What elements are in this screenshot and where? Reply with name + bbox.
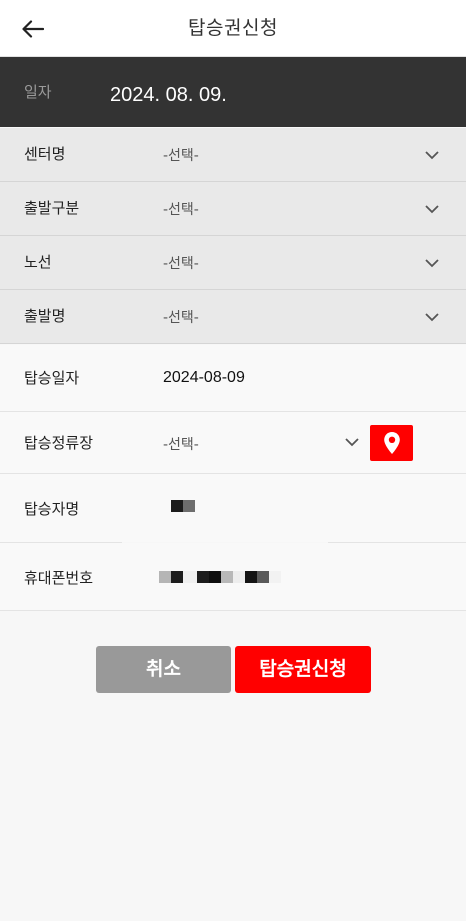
apply-ticket-button[interactable]: 탑승권신청 bbox=[235, 646, 371, 693]
date-bar: 일자 2024. 08. 09. bbox=[0, 57, 466, 127]
board-date-row: 탑승일자 2024-08-09 bbox=[0, 345, 466, 412]
center-select-row[interactable]: 센터명 -선택- bbox=[0, 128, 466, 182]
departure-name-select-row[interactable]: 출발명 -선택- bbox=[0, 290, 466, 344]
passenger-name-row: 탑승자명 bbox=[0, 474, 466, 542]
masked-name bbox=[171, 500, 195, 512]
board-stop-row: 탑승정류장 -선택- bbox=[0, 412, 466, 474]
chevron-down-icon bbox=[425, 259, 439, 268]
board-date-label: 탑승일자 bbox=[24, 369, 80, 387]
departure-type-select[interactable]: -선택- bbox=[163, 182, 199, 238]
app-header: 탑승권신청 bbox=[0, 0, 466, 57]
board-date-value: 2024-08-09 bbox=[163, 369, 245, 386]
masked-phone bbox=[159, 571, 281, 583]
date-label: 일자 bbox=[24, 83, 52, 101]
board-stop-label: 탑승정류장 bbox=[24, 434, 94, 452]
date-value: 2024. 08. 09. bbox=[110, 84, 227, 106]
board-stop-select[interactable]: -선택- bbox=[163, 434, 199, 454]
phone-row: 휴대폰번호 bbox=[0, 543, 466, 611]
route-label: 노선 bbox=[24, 253, 52, 271]
phone-label: 휴대폰번호 bbox=[24, 569, 94, 587]
departure-type-select-row[interactable]: 출발구분 -선택- bbox=[0, 182, 466, 236]
departure-type-label: 출발구분 bbox=[24, 199, 80, 217]
route-select-row[interactable]: 노선 -선택- bbox=[0, 236, 466, 290]
chevron-down-icon bbox=[425, 205, 439, 214]
departure-name-select[interactable]: -선택- bbox=[163, 290, 199, 346]
center-select[interactable]: -선택- bbox=[163, 128, 199, 184]
chevron-down-icon[interactable] bbox=[344, 434, 360, 450]
passenger-name-label: 탑승자명 bbox=[24, 500, 80, 518]
chevron-down-icon bbox=[425, 313, 439, 322]
map-button[interactable] bbox=[370, 425, 413, 461]
chevron-down-icon bbox=[425, 151, 439, 160]
route-select[interactable]: -선택- bbox=[163, 236, 199, 292]
center-label: 센터명 bbox=[24, 145, 66, 163]
page-title: 탑승권신청 bbox=[188, 17, 278, 39]
departure-name-label: 출발명 bbox=[24, 307, 66, 325]
cancel-button[interactable]: 취소 bbox=[96, 646, 231, 693]
map-pin-icon bbox=[383, 432, 400, 454]
